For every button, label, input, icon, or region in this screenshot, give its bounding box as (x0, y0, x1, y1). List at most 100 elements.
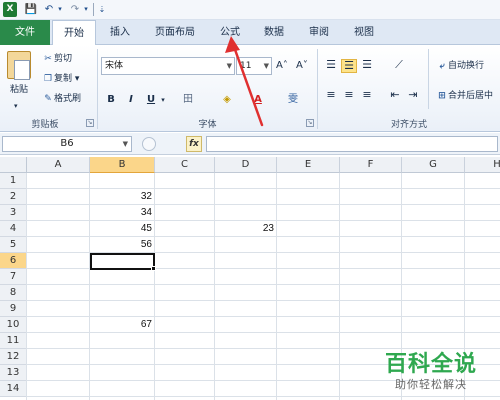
column-header-f[interactable]: F (340, 157, 402, 173)
formula-bar: B6 ▼ fx (0, 133, 500, 155)
format-painter-button[interactable]: ✎ 格式刷 (42, 92, 81, 106)
row-header-4[interactable]: 4 (0, 221, 27, 237)
clipboard-launcher-icon[interactable]: ↘ (86, 119, 94, 127)
fill-handle[interactable] (151, 266, 156, 271)
wrap-text-button[interactable]: ⤶ 自动换行 (436, 59, 484, 73)
align-bottom-icon[interactable]: ☰ (359, 59, 375, 73)
column-header-d[interactable]: D (215, 157, 277, 173)
group-divider (97, 49, 98, 129)
column-header-a[interactable]: A (27, 157, 90, 173)
tab-review[interactable]: 审阅 (296, 20, 342, 45)
grid-row-line (27, 348, 500, 349)
row-header-13[interactable]: 13 (0, 365, 27, 381)
tab-file[interactable]: 文件 (0, 20, 50, 45)
cell-b5[interactable]: 56 (90, 237, 155, 253)
font-size-value: 11 (240, 61, 252, 71)
row-header-10[interactable]: 10 (0, 317, 27, 333)
copy-icon: ❐ (43, 74, 53, 84)
customize-toolbar-icon[interactable]: ⇣ (97, 2, 107, 17)
paste-button[interactable]: 粘贴 (6, 83, 32, 97)
align-middle-icon[interactable]: ☰ (341, 59, 357, 73)
copy-button[interactable]: ❐ 复制 ▾ (42, 72, 79, 86)
tab-insert[interactable]: 插入 (98, 20, 142, 45)
phonetic-guide-icon[interactable]: 雯 (284, 93, 302, 107)
column-header-h[interactable]: H (465, 157, 500, 173)
font-name-select[interactable]: 宋体 ▼ (101, 57, 235, 75)
cell-b10[interactable]: 67 (90, 317, 155, 333)
cell-d4[interactable]: 23 (215, 221, 277, 237)
row-header-2[interactable]: 2 (0, 189, 27, 205)
fill-color-icon[interactable]: ◈ (219, 93, 235, 107)
tab-home[interactable]: 开始 (52, 20, 96, 46)
font-name-value: 宋体 (105, 61, 124, 71)
format-painter-icon: ✎ (44, 94, 52, 104)
row-header-11[interactable]: 11 (0, 333, 27, 349)
tab-formulas[interactable]: 公式 (208, 20, 252, 45)
redo-dropdown-icon[interactable]: ▾ (82, 2, 90, 17)
column-header-e[interactable]: E (277, 157, 340, 173)
shrink-font-button[interactable]: A˅ (296, 59, 308, 73)
borders-icon[interactable]: 田 (180, 93, 196, 107)
ribbon-home: 粘贴 ▾ ✂ 剪切 ❐ 复制 ▾ ✎ 格式刷 剪贴板 ↘ 宋体 ▼ 11 ▼ A˄ A… (0, 45, 500, 132)
decrease-indent-icon[interactable]: ⇤ (387, 89, 403, 103)
select-all-corner[interactable] (0, 157, 27, 173)
font-group-label: 字体 (198, 120, 217, 130)
italic-button[interactable]: I (124, 93, 138, 107)
row-header-5[interactable]: 5 (0, 237, 27, 253)
column-header-g[interactable]: G (402, 157, 465, 173)
column-header-b[interactable]: B (90, 157, 155, 173)
row-header-12[interactable]: 12 (0, 349, 27, 365)
cell-b3[interactable]: 34 (90, 205, 155, 221)
watermark-subtitle: 助你轻松解决 (395, 378, 467, 391)
font-color-icon[interactable]: A (250, 93, 266, 107)
chevron-down-icon: ▼ (122, 140, 128, 148)
paste-icon[interactable] (7, 51, 31, 80)
formula-input[interactable] (206, 136, 498, 152)
active-cell-outline[interactable] (90, 253, 155, 270)
cut-label: 剪切 (54, 54, 73, 64)
underline-button[interactable]: U (144, 93, 158, 107)
redo-icon[interactable]: ↷ (68, 2, 82, 17)
align-center-icon[interactable]: ≡ (341, 89, 357, 103)
excel-app-icon[interactable]: X (3, 2, 17, 17)
tab-view[interactable]: 视图 (344, 20, 384, 45)
formula-bar-splitter[interactable] (138, 136, 182, 152)
undo-icon[interactable]: ↶ (42, 2, 56, 17)
merge-cells-icon: ⊞ (438, 91, 446, 101)
align-right-icon[interactable]: ≡ (359, 89, 375, 103)
cell-b2[interactable]: 32 (90, 189, 155, 205)
tab-data[interactable]: 数据 (254, 20, 294, 45)
align-top-icon[interactable]: ☰ (323, 59, 339, 73)
row-header-6[interactable]: 6 (0, 253, 27, 269)
increase-indent-icon[interactable]: ⇥ (405, 89, 421, 103)
row-header-1[interactable]: 1 (0, 173, 27, 189)
insert-function-button[interactable]: fx (186, 136, 202, 152)
undo-dropdown-icon[interactable]: ▾ (56, 2, 64, 17)
copy-label: 复制 (54, 74, 73, 84)
paste-dropdown-icon[interactable]: ▾ (14, 99, 18, 113)
merge-center-button[interactable]: ⊞ 合并后居中 (436, 89, 500, 103)
underline-dropdown-icon[interactable]: ▾ (158, 93, 168, 107)
row-header-7[interactable]: 7 (0, 269, 27, 285)
align-left-icon[interactable]: ≡ (323, 89, 339, 103)
column-header-c[interactable]: C (155, 157, 215, 173)
row-header-14[interactable]: 14 (0, 381, 27, 397)
wrap-text-icon: ⤶ (439, 61, 445, 71)
row-header-9[interactable]: 9 (0, 301, 27, 317)
grow-font-button[interactable]: A˄ (276, 59, 288, 73)
save-icon[interactable]: 💾 (24, 2, 38, 17)
cell-b4[interactable]: 45 (90, 221, 155, 237)
tab-page-layout[interactable]: 页面布局 (144, 20, 206, 45)
name-box[interactable]: B6 ▼ (2, 136, 132, 152)
row-header-3[interactable]: 3 (0, 205, 27, 221)
orientation-icon[interactable]: ⟋ (391, 59, 407, 73)
chevron-down-icon: ▼ (226, 62, 232, 70)
grid-column-line (276, 173, 277, 400)
bold-button[interactable]: B (104, 93, 118, 107)
font-launcher-icon[interactable]: ↘ (306, 119, 314, 127)
grid-row-line (27, 396, 500, 397)
copy-dropdown-icon[interactable]: ▾ (75, 74, 80, 84)
cut-button[interactable]: ✂ 剪切 (42, 52, 72, 66)
row-header-8[interactable]: 8 (0, 285, 27, 301)
font-size-select[interactable]: 11 ▼ (236, 57, 272, 75)
